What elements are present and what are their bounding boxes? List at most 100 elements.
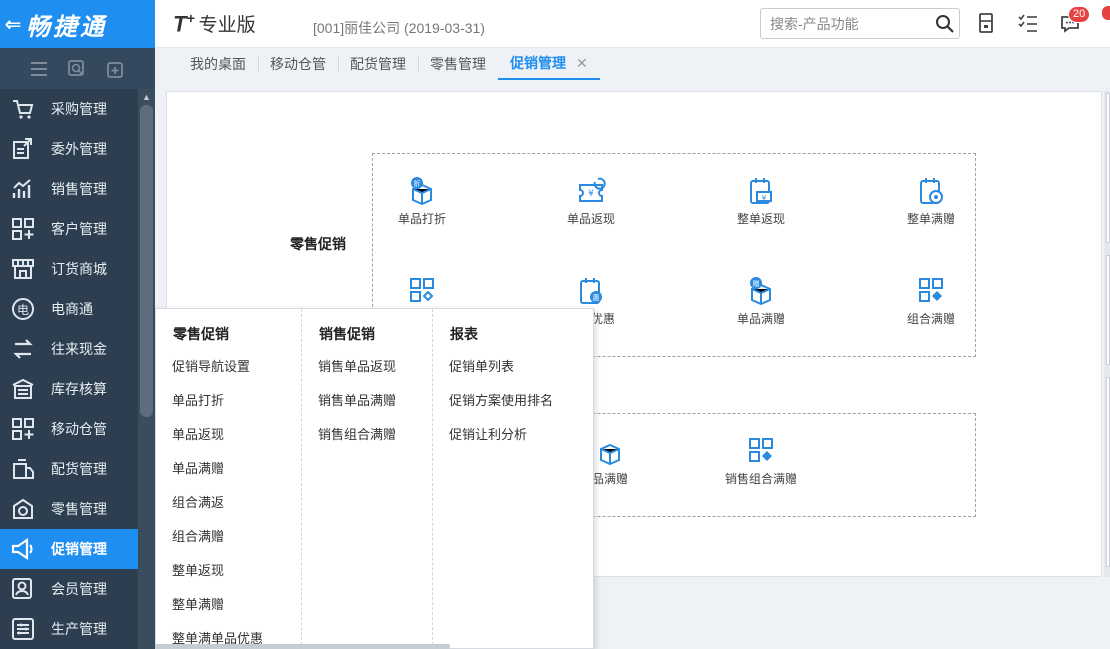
- add-menu-icon[interactable]: [106, 59, 126, 79]
- menu-horizontal-scrollbar[interactable]: [155, 644, 450, 649]
- sidebar-item-outsource[interactable]: 委外管理: [0, 129, 155, 169]
- menu-item[interactable]: 组合满赠: [156, 520, 301, 554]
- sidebar-item-store[interactable]: 订货商城: [0, 249, 155, 289]
- sidebar-item-label: 销售管理: [51, 181, 107, 197]
- feature-order-gift[interactable]: 整单满赠: [881, 175, 981, 227]
- sidebar-item-warehouse[interactable]: 库存核算: [0, 369, 155, 409]
- sidebar-scroll-thumb[interactable]: [140, 105, 153, 417]
- sidebar-menu: 采购管理委外管理销售管理客户管理订货商城电 电商通往来现金库存核算 移动仓管配货管理…: [0, 89, 155, 649]
- feature-combo-gift[interactable]: 组合满赠: [881, 275, 981, 327]
- tab-3[interactable]: 零售管理: [418, 48, 498, 80]
- order-cashback-icon: ¥: [750, 178, 772, 204]
- menu-item[interactable]: 整单返现: [156, 554, 301, 588]
- menu-column-title: 报表: [450, 326, 478, 342]
- sidebar-item-retail[interactable]: 零售管理: [0, 489, 155, 529]
- sidebar-item-mobile-warehouse[interactable]: 移动仓管: [0, 409, 155, 449]
- feature-cash-back[interactable]: ¥ 单品返现: [541, 175, 641, 227]
- menu-column-2: 销售促销销售单品返现 销售单品满赠 销售组合满赠: [301, 309, 432, 649]
- menu-item[interactable]: 促销方案使用排名: [433, 384, 595, 418]
- back-arrow-icon[interactable]: ⇐: [0, 12, 26, 37]
- single-offer-icon: 惠: [580, 278, 602, 304]
- order-gift-icon: [920, 178, 943, 204]
- menu-item[interactable]: 销售组合满赠: [302, 418, 432, 452]
- sidebar-item-label: 客户管理: [51, 221, 107, 237]
- sidebar-item-label: 订货商城: [51, 261, 107, 277]
- tab-label: 我的桌面: [190, 56, 246, 72]
- menu-column-3: 报表促销单列表 促销方案使用排名 促销让利分析: [432, 309, 595, 649]
- warehouse-icon: [12, 378, 34, 399]
- menu-column-title: 销售促销: [319, 326, 375, 342]
- sidebar-toolbar: [0, 48, 155, 89]
- feature-single-gift[interactable]: 赠单品满赠: [711, 275, 811, 327]
- scroll-up-icon[interactable]: ▲: [142, 92, 151, 102]
- tab-0[interactable]: 我的桌面: [178, 48, 258, 80]
- app-window: ⇐ 畅捷通 T+ 专业版 [001]丽佳公司 (2019-03-31) 20 采…: [0, 0, 1110, 649]
- tab-label: 配货管理: [350, 56, 406, 72]
- svg-text:惠: 惠: [593, 293, 600, 302]
- side-panel-edge: [1106, 255, 1110, 365]
- feature-label: 单品打折: [397, 212, 446, 226]
- tab-1[interactable]: 移动仓管: [258, 48, 338, 80]
- search-icon[interactable]: [935, 14, 955, 34]
- company-info[interactable]: [001]丽佳公司 (2019-03-31): [313, 18, 485, 38]
- menu-item[interactable]: 促销导航设置: [156, 350, 301, 384]
- discount-box-icon: 折: [411, 177, 432, 205]
- feature-order-cashback[interactable]: ¥ 整单返现: [711, 175, 811, 227]
- close-tab-icon[interactable]: ✕: [576, 55, 588, 72]
- sidebar-item-grid-plus[interactable]: 客户管理: [0, 209, 155, 249]
- feature-discount-box[interactable]: 折单品打折: [372, 175, 472, 227]
- sidebar-item-distribution[interactable]: 配货管理: [0, 449, 155, 489]
- top-bar: ⇐ 畅捷通 T+ 专业版 [001]丽佳公司 (2019-03-31) 20: [0, 0, 1110, 48]
- store-icon: [12, 259, 34, 279]
- megaphone-icon: [11, 537, 33, 561]
- sidebar-item-exchange[interactable]: 往来现金: [0, 329, 155, 369]
- tab-label: 移动仓管: [270, 56, 326, 72]
- search-input[interactable]: [761, 9, 926, 38]
- tab-4[interactable]: 促销管理 ✕: [498, 48, 600, 80]
- menu-icon[interactable]: [29, 59, 49, 79]
- menu-item[interactable]: 促销单列表: [433, 350, 595, 384]
- sidebar-item-sales-chart[interactable]: 销售管理: [0, 169, 155, 209]
- menu-item[interactable]: 销售单品满赠: [302, 384, 432, 418]
- sidebar-item-label: 委外管理: [51, 141, 107, 157]
- sidebar-item-ecommerce[interactable]: 电 电商通: [0, 289, 155, 329]
- menu-item[interactable]: 销售单品返现: [302, 350, 432, 384]
- sidebar-item-cart[interactable]: 采购管理: [0, 89, 155, 129]
- sidebar-scrollbar[interactable]: ▲: [138, 89, 155, 649]
- combo-gift-icon: [749, 438, 773, 462]
- checklist-icon[interactable]: [1017, 12, 1039, 34]
- feature-label: 单品满赠: [736, 312, 785, 326]
- side-panel-edge: [1106, 93, 1110, 243]
- sidebar-item-label: 会员管理: [51, 581, 107, 597]
- svg-text:赠: 赠: [753, 279, 760, 288]
- menu-item[interactable]: 整单满赠: [156, 588, 301, 622]
- sidebar-item-label: 配货管理: [51, 461, 107, 477]
- calculator-icon[interactable]: [975, 12, 997, 34]
- distribution-icon: [13, 459, 34, 479]
- sidebar-item-member[interactable]: 会员管理: [0, 569, 155, 609]
- sidebar-item-production[interactable]: 生产管理: [0, 609, 155, 649]
- menu-item[interactable]: 单品打折: [156, 384, 301, 418]
- tab-label: 零售管理: [430, 56, 486, 72]
- notification-icon[interactable]: [1102, 6, 1110, 20]
- menu-column-title: 零售促销: [173, 326, 229, 342]
- sidebar-item-label: 往来现金: [51, 341, 107, 357]
- message-icon[interactable]: 20: [1059, 6, 1091, 34]
- search-menu-icon[interactable]: [67, 59, 87, 79]
- sidebar-item-megaphone[interactable]: 促销管理: [0, 529, 155, 569]
- menu-item[interactable]: 组合满返: [156, 486, 301, 520]
- menu-item[interactable]: 单品满赠: [156, 452, 301, 486]
- brand-name: 畅捷通: [26, 13, 107, 41]
- menu-item[interactable]: 促销让利分析: [433, 418, 595, 452]
- sidebar-item-label: 电商通: [51, 301, 93, 317]
- product-edition: 专业版: [198, 15, 256, 37]
- menu-item[interactable]: 单品返现: [156, 418, 301, 452]
- product-logo: T+: [173, 10, 195, 37]
- brand-logo[interactable]: ⇐ 畅捷通: [0, 0, 155, 48]
- feature-label: 品满赠: [591, 472, 628, 486]
- combo-return-icon: [410, 278, 434, 302]
- svg-text:¥: ¥: [762, 194, 767, 202]
- feature-label: 组合满赠: [906, 312, 955, 326]
- tab-2[interactable]: 配货管理: [338, 48, 418, 80]
- feature-combo-gift[interactable]: 销售组合满赠: [711, 435, 811, 487]
